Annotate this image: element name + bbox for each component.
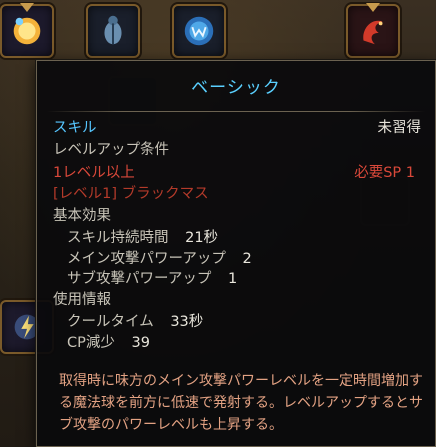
usage-row: クールタイム 33秒: [67, 312, 203, 332]
effect-value: 1: [228, 271, 238, 287]
title-divider: [47, 111, 425, 112]
shield-w-icon: [184, 16, 214, 46]
basic-effects-heading: 基本効果: [53, 208, 111, 224]
usage-name: クールタイム: [67, 314, 154, 330]
usage-value: 39: [131, 335, 150, 351]
required-level: 1レベル以上: [53, 165, 135, 181]
skill-slot-fire-orb[interactable]: [0, 3, 54, 58]
effect-row: スキル持続時間 21秒: [67, 228, 218, 248]
slot-indicator-icon: [20, 3, 34, 12]
effect-value: 2: [242, 251, 252, 267]
skill-label: スキル: [53, 120, 97, 136]
required-skill: [レベル1] ブラックマス: [53, 186, 209, 202]
effect-value: 21秒: [185, 230, 219, 246]
effect-name: メイン攻撃パワーアップ: [67, 251, 226, 267]
skill-slot-shield[interactable]: [172, 4, 226, 58]
requirements-heading: レベルアップ条件: [53, 142, 169, 158]
usage-name: CP減少: [67, 335, 115, 351]
effect-row: サブ攻撃パワーアップ 1: [67, 269, 237, 289]
learn-status: 未習得: [377, 120, 422, 136]
skill-description: 取得時に味方のメイン攻撃パワーレベルを一定時間増加する魔法球を前方に低速で発射す…: [59, 373, 423, 433]
skill-tooltip: ベーシック スキル 未習得 レベルアップ条件 1レベル以上 必要SP 1 [レベ…: [36, 60, 436, 447]
effect-row: メイン攻撃パワーアップ 2: [67, 249, 252, 269]
slot-indicator-icon: [366, 3, 380, 12]
beetle-icon: [104, 15, 122, 45]
effect-name: スキル持続時間: [67, 230, 169, 246]
skill-slot-red-dragon[interactable]: [346, 3, 400, 58]
skill-title: ベーシック: [191, 78, 281, 98]
required-sp: 必要SP 1: [354, 165, 415, 181]
fire-orb-icon: [13, 17, 41, 45]
usage-value: 33秒: [170, 314, 204, 330]
red-dragon-icon: [363, 20, 383, 45]
effect-name: サブ攻撃パワーアップ: [67, 271, 212, 287]
usage-heading: 使用情報: [53, 292, 111, 308]
skill-slot-beetle[interactable]: [86, 4, 140, 58]
usage-row: CP減少 39: [67, 333, 150, 353]
